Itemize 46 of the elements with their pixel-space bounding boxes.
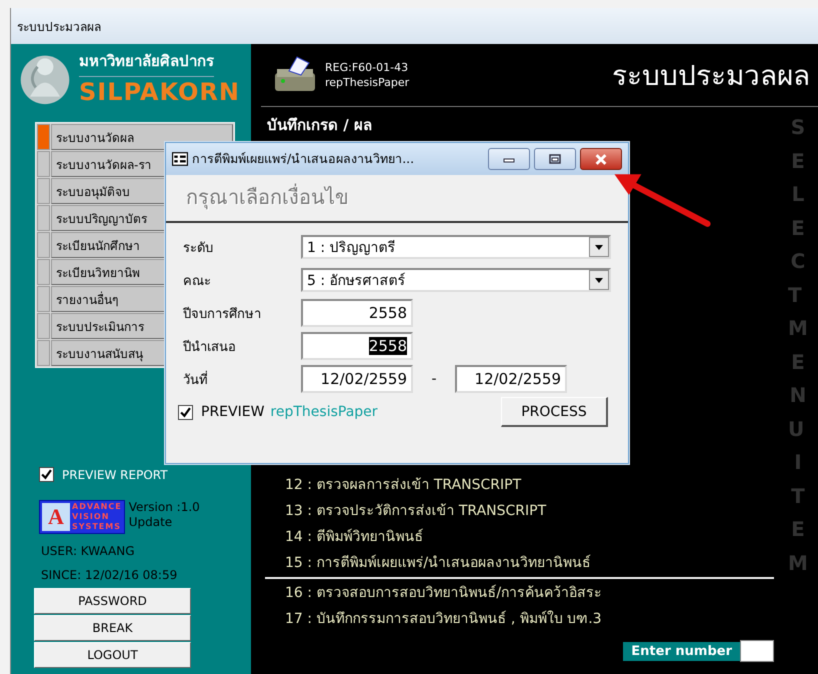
university-name: มหาวิทยาลัยศิลปากร [79,49,214,77]
maximize-button[interactable] [534,148,576,170]
checkbox[interactable] [178,404,193,420]
field-label: วันที่ [182,370,209,390]
checkbox[interactable] [39,467,54,482]
menu-option[interactable]: 16 : ตรวจสอบการสอบวิทยานิพนธ์/การค้นคว้าอิสระ [285,580,602,606]
report-name: repThesisPaper [325,75,410,90]
field-label: ระดับ [182,240,214,258]
caret-icon [595,278,603,282]
maximize-icon [549,154,561,164]
section-heading: บันทึกเกรด / ผล [267,115,372,136]
input-field[interactable]: 2558 [301,332,413,360]
sidebar-button[interactable]: LOGOUT [34,642,191,668]
window-title: ระบบประมวลผล [17,18,101,36]
menu-option[interactable]: 14 : ตีพิมพ์วิทยานิพนธ์ [285,524,424,550]
caret-icon [595,244,603,250]
header-title: ระบบประมวลผล [612,58,810,94]
process-button[interactable]: PROCESS [501,397,608,427]
date-field[interactable]: 12/02/2559 [301,365,413,393]
brand-name: SILPAKORN [79,77,240,107]
close-button[interactable] [580,148,622,170]
minimize-button[interactable] [488,148,530,170]
dropdown-field[interactable]: 5 : อักษรศาสตร์ [301,268,611,292]
range-separator: - [430,371,438,387]
version-text: Update [128,515,174,530]
menu-option[interactable]: 13 : ตรวจประวัติการส่งเข้า TRANSCRIPT [285,498,546,524]
menu-option[interactable]: 12 : ตรวจผลการส่งเข้า TRANSCRIPT [285,472,522,498]
dropdown-field[interactable]: 1 : ปริญญาตรี [301,235,611,259]
since-text: SINCE: 12/02/16 08:59 [41,568,178,582]
menu-option[interactable]: 15 : การตีพิมพ์เผยแพร่/นำเสนอผลงานวิทยานิพนธ์ [285,550,592,576]
version-text: Version :1.0 [128,500,200,515]
enter-number-label: Enter number [623,642,740,660]
sidebar-button[interactable]: PASSWORD [34,588,191,614]
form-icon [172,152,188,166]
report-name: repThesisPaper [270,404,378,420]
input-field[interactable]: 2558 [301,299,413,327]
vendor-logo: A ADVANCE VISION SYSTEMS [39,500,125,534]
close-icon [594,154,608,164]
preview-report-label: PREVIEW REPORT [62,468,168,482]
number-input-field[interactable] [740,640,774,662]
user-text: USER: KWAANG [41,544,134,558]
menu-option[interactable]: 17 : บันทึกกรรมการสอบวิทยานิพนธ์ , พิมพ์ใบ บฑ.3 [285,606,602,632]
report-code: REG:F60-01-43 [325,60,410,75]
preview-label: PREVIEW [201,404,264,420]
sidebar-button[interactable]: BREAK [34,615,191,641]
date-field[interactable]: 12/02/2559 [455,365,567,393]
